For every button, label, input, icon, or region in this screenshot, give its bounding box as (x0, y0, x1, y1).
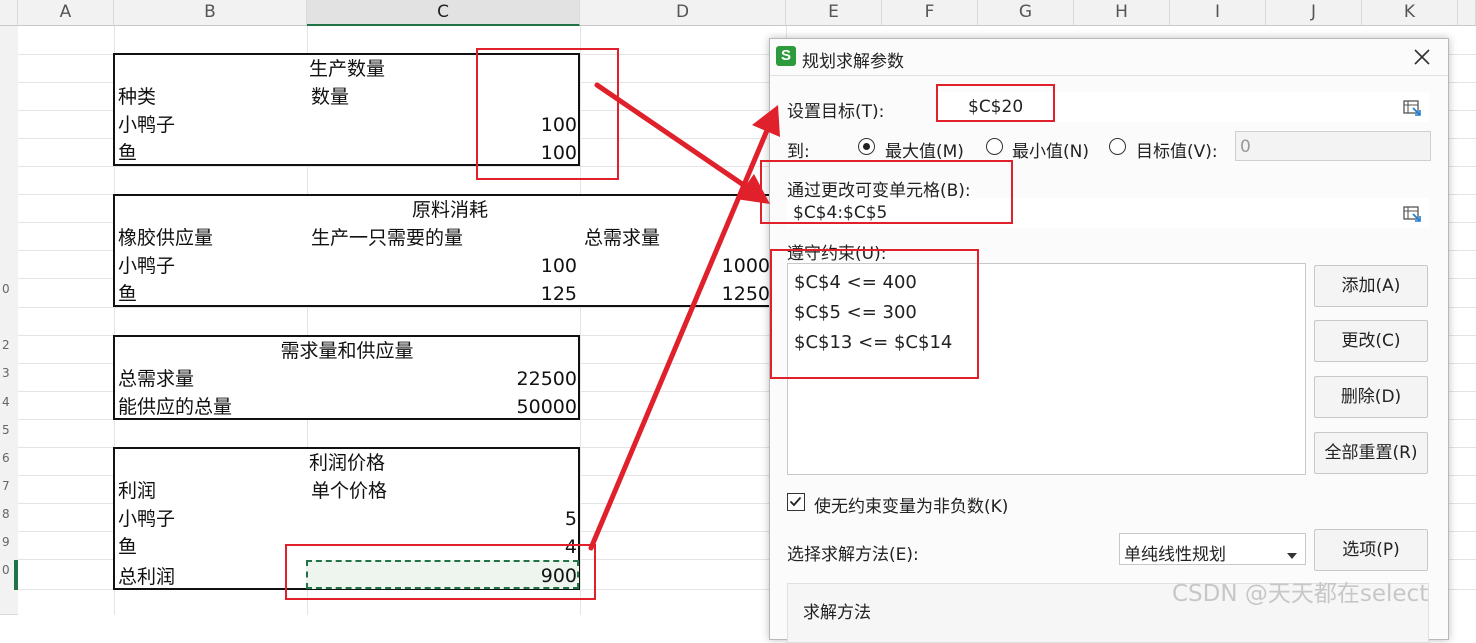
row-mark: 5 (2, 423, 10, 437)
target-value-input[interactable]: 0 (1235, 131, 1431, 161)
change-constraint-button[interactable]: 更改(C) (1314, 320, 1428, 362)
materials-header-per-unit[interactable]: 生产一只需要的量 (311, 224, 463, 252)
demand-supply-row-value[interactable]: 50000 (307, 393, 577, 421)
close-icon[interactable] (1410, 45, 1434, 69)
demand-supply-row-name[interactable]: 能供应的总量 (118, 393, 232, 421)
column-header-f[interactable]: F (882, 0, 978, 26)
radio-target[interactable] (1109, 138, 1126, 155)
method-select[interactable]: 单纯线性规划 (1119, 533, 1306, 565)
range-select-icon[interactable] (1402, 204, 1422, 224)
delete-constraint-button[interactable]: 删除(D) (1314, 376, 1428, 418)
column-header-c[interactable]: C (307, 0, 580, 26)
column-header-g[interactable]: G (978, 0, 1074, 26)
total-profit-label[interactable]: 总利润 (118, 563, 175, 591)
row-mark: 8 (2, 507, 10, 521)
column-header-e[interactable]: E (786, 0, 882, 26)
demand-supply-row-name[interactable]: 总需求量 (118, 365, 194, 393)
watermark: CSDN @天天都在select (1172, 581, 1429, 607)
row-mark: 0 (2, 563, 10, 577)
method-label: 选择求解方法(E): (787, 545, 919, 565)
row-mark: 4 (2, 395, 10, 409)
title-divider (770, 75, 1448, 76)
annotation-box-changing-field (760, 160, 1013, 224)
materials-header-supply[interactable]: 橡胶供应量 (118, 224, 213, 252)
materials-row-per-unit[interactable]: 125 (307, 280, 577, 308)
production-row-name[interactable]: 小鸭子 (118, 111, 175, 139)
app-logo-icon: S (776, 46, 796, 66)
method-select-value: 单纯线性规划 (1124, 545, 1226, 565)
production-row-name[interactable]: 鱼 (118, 139, 137, 167)
column-header-a[interactable]: A (18, 0, 114, 26)
profit-row-name[interactable]: 小鸭子 (118, 505, 175, 533)
active-row-indicator (14, 560, 18, 590)
dialog-title: 规划求解参数 (802, 52, 904, 72)
method-section-label: 求解方法 (803, 603, 871, 623)
demand-supply-row-value[interactable]: 22500 (307, 365, 577, 393)
chevron-down-icon (1286, 545, 1298, 564)
column-header-h[interactable]: H (1074, 0, 1170, 26)
column-header-d[interactable]: D (580, 0, 786, 26)
profit-row-value[interactable]: 5 (307, 505, 577, 533)
annotation-box-constraints (770, 249, 979, 379)
profit-title[interactable]: 利润价格 (114, 449, 580, 477)
demand-supply-title[interactable]: 需求量和供应量 (114, 337, 580, 365)
radio-min[interactable] (986, 138, 1003, 155)
add-constraint-button[interactable]: 添加(A) (1314, 265, 1428, 307)
row-mark: 7 (2, 479, 10, 493)
materials-row-per-unit[interactable]: 100 (307, 252, 577, 280)
profit-header-price[interactable]: 单个价格 (311, 477, 387, 505)
radio-max[interactable] (858, 138, 875, 155)
annotation-box-objective-field (936, 84, 1055, 122)
materials-row-name[interactable]: 小鸭子 (118, 252, 175, 280)
nonnegative-checkbox[interactable] (787, 493, 805, 511)
annotation-box-changing-cells (476, 48, 619, 180)
annotation-box-objective-cell (285, 544, 596, 600)
radio-max-label[interactable]: 最大值(M) (885, 137, 964, 162)
profit-row-name[interactable]: 鱼 (118, 533, 137, 561)
materials-header-total[interactable]: 总需求量 (584, 224, 660, 252)
radio-target-label[interactable]: 目标值(V): (1136, 137, 1218, 162)
corner-cell[interactable] (0, 0, 18, 26)
column-header-partial[interactable] (1458, 0, 1476, 26)
column-header-i[interactable]: I (1170, 0, 1266, 26)
materials-title[interactable]: 原料消耗 (114, 196, 786, 224)
profit-header-profit[interactable]: 利润 (118, 477, 156, 505)
nonnegative-label[interactable]: 使无约束变量为非负数(K) (814, 492, 1008, 517)
column-header-k[interactable]: K (1362, 0, 1458, 26)
set-objective-label: 设置目标(T): (787, 102, 885, 122)
to-label: 到: (787, 142, 810, 162)
options-button[interactable]: 选项(P) (1314, 529, 1428, 571)
row-mark: 0 (2, 282, 10, 296)
row-header-strip[interactable] (0, 26, 18, 615)
materials-row-total[interactable]: 1250 (580, 280, 770, 308)
row-mark: 2 (2, 338, 10, 352)
reset-all-button[interactable]: 全部重置(R) (1314, 432, 1428, 474)
column-header-b[interactable]: B (114, 0, 307, 26)
row-mark: 3 (2, 366, 10, 380)
radio-min-label[interactable]: 最小值(N) (1012, 137, 1089, 162)
materials-row-name[interactable]: 鱼 (118, 280, 137, 308)
row-mark: 6 (2, 451, 10, 465)
range-select-icon[interactable] (1402, 98, 1422, 118)
row-mark: 9 (2, 535, 10, 549)
production-header-qty[interactable]: 数量 (311, 83, 349, 111)
materials-row-total[interactable]: 1000 (580, 252, 770, 280)
column-header-j[interactable]: J (1266, 0, 1362, 26)
production-header-kind[interactable]: 种类 (118, 83, 156, 111)
